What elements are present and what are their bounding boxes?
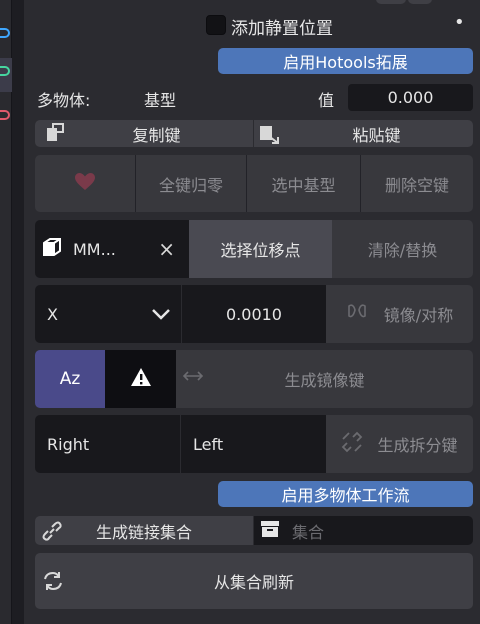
value-field[interactable]: 0.000 [348, 84, 473, 111]
zero-all-keys-button[interactable]: 全键归零 [136, 155, 247, 212]
split-icon [341, 431, 363, 457]
sort-az-button[interactable]: Az [35, 350, 105, 408]
clear-object-icon[interactable]: × [158, 237, 175, 261]
refresh-icon [41, 569, 65, 597]
axis-offset-field[interactable]: 0.0010 [181, 285, 326, 343]
axis-dropdown[interactable]: X [35, 285, 181, 343]
object-cube-icon [41, 236, 63, 262]
generate-split-keys-button[interactable]: 生成拆分键 [326, 415, 473, 473]
split-keys-row: Right Left 生成拆分键 [35, 415, 473, 473]
collection-field[interactable]: 集合 [254, 516, 473, 545]
generate-split-keys-label: 生成拆分键 [377, 436, 458, 455]
symmetry-icon [346, 301, 368, 327]
paste-keys-button[interactable]: 粘贴键 [280, 120, 473, 147]
warning-button[interactable] [105, 350, 176, 408]
clear-replace-button[interactable]: 清除/替换 [332, 220, 473, 278]
toolstrip-icon-red[interactable] [0, 110, 10, 120]
axis-row: X 0.0010 镜像/对称 [35, 285, 473, 343]
generate-link-collection-button[interactable]: 生成链接集合 [35, 516, 253, 545]
multi-object-label: 多物体: [37, 91, 91, 110]
copy-keys-button[interactable]: 复制键 [60, 120, 253, 147]
warning-icon [130, 367, 152, 391]
partial-top-button-1[interactable] [376, 0, 406, 4]
key-ops-row: 全键归零 选中基型 删除空键 [35, 155, 473, 212]
static-position-checkbox[interactable] [206, 15, 226, 35]
paste-icon [258, 123, 282, 145]
generate-link-collection-label: 生成链接集合 [95, 522, 192, 542]
static-position-label: 添加静置位置 [231, 19, 333, 39]
enable-hotools-button[interactable]: 启用Hotools拓展 [218, 48, 473, 74]
heart-button[interactable] [35, 155, 136, 212]
base-shape-label: 基型 [144, 91, 177, 110]
target-object-name: MM... [73, 239, 116, 259]
right-suffix-field[interactable]: Right [35, 415, 180, 473]
mirror-symmetry-button[interactable]: 镜像/对称 [326, 285, 473, 343]
select-base-button[interactable]: 选中基型 [247, 155, 361, 212]
refresh-from-collection-button[interactable]: 从集合刷新 [35, 553, 473, 609]
partial-top-button-2[interactable] [408, 0, 432, 4]
swap-arrows-icon [181, 368, 205, 388]
select-move-point-button[interactable]: 选择位移点 [189, 220, 332, 278]
target-object-field[interactable]: MM... × [35, 220, 189, 278]
copy-paste-divider [253, 120, 254, 147]
enable-multi-object-workflow-button[interactable]: 启用多物体工作流 [218, 481, 473, 507]
left-suffix-field[interactable]: Left [180, 415, 326, 473]
delete-empty-keys-button[interactable]: 删除空键 [361, 155, 473, 212]
heart-icon [74, 172, 96, 196]
decorator-dot[interactable]: • [454, 12, 465, 33]
box-icon [260, 520, 280, 542]
collection-placeholder: 集合 [292, 522, 325, 542]
target-row: MM... × 选择位移点 清除/替换 [35, 220, 473, 278]
value-label: 值 [318, 91, 335, 110]
generate-mirror-keys-label: 生成镜像键 [284, 371, 365, 390]
chevron-down-icon [151, 305, 171, 324]
toolstrip-icon-blue[interactable] [0, 28, 10, 38]
axis-value: X [47, 304, 58, 324]
toolstrip-icon-teal[interactable] [0, 66, 10, 76]
link-icon [41, 520, 63, 546]
mirror-keys-row: Az 生成镜像键 [35, 350, 473, 408]
sort-az-icon: Az [59, 369, 81, 389]
left-toolstrip [0, 0, 12, 624]
refresh-from-collection-label: 从集合刷新 [213, 573, 294, 592]
generate-mirror-keys-button[interactable]: 生成镜像键 [176, 350, 473, 408]
mirror-symmetry-label: 镜像/对称 [383, 306, 454, 325]
